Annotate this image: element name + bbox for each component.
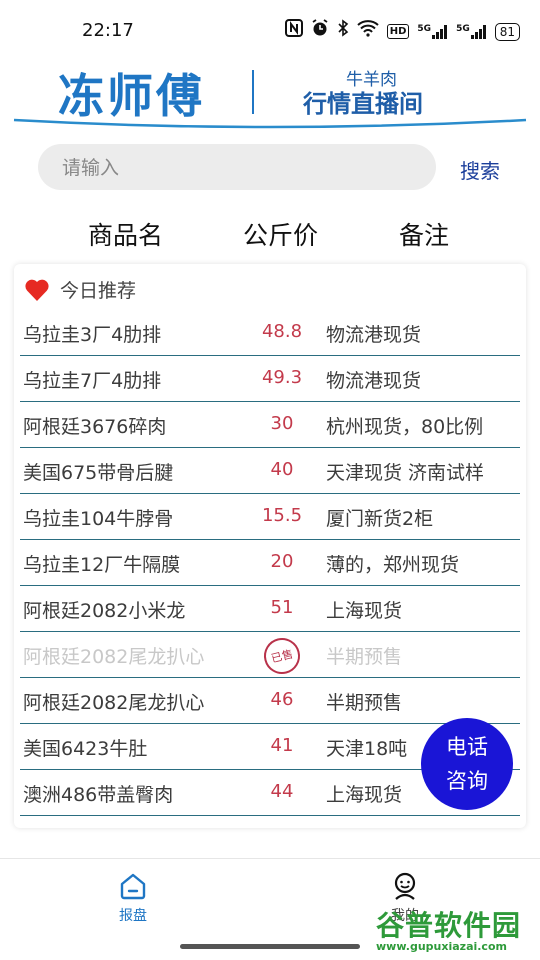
bluetooth-icon — [337, 19, 349, 44]
app-header: 冻师傅 牛羊肉 行情直播间 — [0, 60, 540, 132]
row-product-name: 阿根廷2082尾龙扒心 — [23, 646, 205, 668]
signal-5g-icon: 5G — [456, 24, 487, 39]
row-note: 半期预售 — [326, 692, 403, 714]
watermark-logo: 谷普软件园 www.gupuxiazai.com — [372, 904, 538, 956]
nav-item-quotes[interactable]: 报盘 — [118, 871, 148, 925]
row-product-name: 乌拉圭7厂4肋排 — [23, 370, 162, 392]
row-price: 49.3 — [261, 367, 303, 388]
status-time: 22:17 — [82, 20, 134, 41]
row-price: 15.5 — [261, 505, 303, 526]
row-price: 41 — [270, 735, 294, 756]
profile-icon — [394, 872, 416, 900]
table-row[interactable]: 乌拉圭3厂4肋排 48.8 物流港现货 — [20, 310, 520, 356]
search-input[interactable] — [38, 144, 404, 192]
logo-divider — [252, 70, 254, 114]
row-price: 40 — [270, 459, 294, 480]
phone-consult-button[interactable]: 电话 咨询 — [421, 718, 513, 810]
table-row[interactable]: 阿根廷2082小米龙 51 上海现货 — [20, 586, 520, 632]
row-price: 48.8 — [261, 321, 303, 342]
hd-icon: HD — [386, 24, 410, 39]
logo-swoosh — [13, 118, 527, 129]
watermark-url: www.gupuxiazai.com — [376, 940, 507, 953]
signal-5g-icon: 5G — [417, 24, 448, 39]
status-icons: HD 5G 5G 81 — [284, 19, 520, 44]
table-row[interactable]: 阿根廷2082尾龙扒心 46 半期预售 — [20, 678, 520, 724]
row-product-name: 乌拉圭104牛脖骨 — [23, 508, 174, 530]
home-indicator[interactable] — [180, 944, 360, 949]
row-price: 20 — [270, 551, 294, 572]
nfc-icon — [284, 19, 303, 44]
row-product-name: 阿根廷2082小米龙 — [23, 600, 186, 622]
row-product-name: 美国675带骨后腱 — [23, 462, 174, 484]
row-note: 厦门新货2柜 — [326, 508, 434, 530]
row-price: 51 — [270, 597, 294, 618]
column-header-price: 公斤价 — [243, 221, 319, 250]
row-note: 半期预售 — [326, 646, 403, 668]
recommend-header: 今日推荐 — [24, 276, 136, 303]
row-product-name: 乌拉圭12厂牛隔膜 — [23, 554, 181, 576]
row-note: 天津18吨 — [326, 738, 408, 760]
row-product-name: 澳洲486带盖臀肉 — [23, 784, 174, 806]
row-note: 上海现货 — [326, 784, 403, 806]
row-product-name: 美国6423牛肚 — [23, 738, 148, 760]
table-row[interactable]: 阿根廷3676碎肉 30 杭州现货，80比例 — [20, 402, 520, 448]
alarm-icon — [311, 19, 329, 44]
column-header-note: 备注 — [399, 221, 450, 250]
call-label-line1: 电话 — [446, 735, 488, 759]
row-product-name: 乌拉圭3厂4肋排 — [23, 324, 162, 346]
row-note: 天津现货 济南试样 — [326, 462, 485, 484]
row-price: 44 — [270, 781, 294, 802]
table-row-sold[interactable]: 阿根廷2082尾龙扒心 已售 半期预售 — [20, 632, 520, 678]
wifi-icon — [357, 19, 379, 44]
status-bar: 22:17 HD 5G 5G 81 — [0, 0, 540, 60]
recommend-label: 今日推荐 — [60, 280, 137, 302]
table-row[interactable]: 乌拉圭7厂4肋排 49.3 物流港现货 — [20, 356, 520, 402]
sold-stamp-icon: 已售 — [260, 634, 304, 678]
row-note: 物流港现货 — [326, 324, 422, 346]
row-product-name: 阿根廷2082尾龙扒心 — [23, 692, 205, 714]
table-row[interactable]: 乌拉圭104牛脖骨 15.5 厦门新货2柜 — [20, 494, 520, 540]
row-price: 30 — [270, 413, 294, 434]
column-header-name: 商品名 — [88, 221, 164, 250]
row-note: 薄的，郑州现货 — [326, 554, 460, 576]
search-button[interactable]: 搜索 — [460, 155, 500, 184]
heart-icon — [25, 279, 49, 301]
table-row[interactable]: 美国675带骨后腱 40 天津现货 济南试样 — [20, 448, 520, 494]
search-box — [38, 144, 436, 192]
row-product-name: 阿根廷3676碎肉 — [23, 416, 167, 438]
row-note: 物流港现货 — [326, 370, 422, 392]
row-note: 上海现货 — [326, 600, 403, 622]
logo-subtitle-main: 行情直播间 — [303, 90, 423, 118]
home-icon — [120, 873, 146, 900]
table-row[interactable]: 乌拉圭12厂牛隔膜 20 薄的，郑州现货 — [20, 540, 520, 586]
call-label-line2: 咨询 — [446, 769, 488, 793]
row-note: 杭州现货，80比例 — [326, 416, 484, 438]
battery-icon: 81 — [494, 22, 520, 41]
watermark-title: 谷普软件园 — [376, 909, 522, 942]
nav-label-quotes: 报盘 — [119, 908, 147, 924]
row-price: 46 — [270, 689, 294, 710]
